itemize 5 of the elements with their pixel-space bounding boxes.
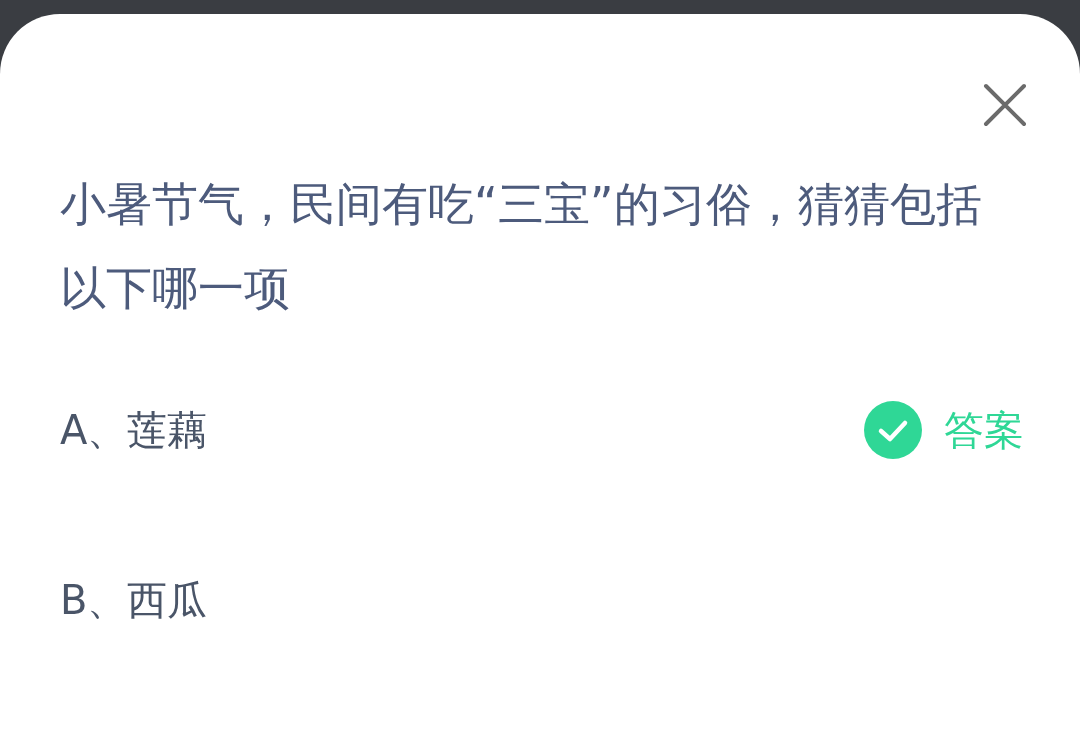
option-text[interactable]: A、莲藕 [60,400,208,460]
answer-label: 答案 [944,406,1024,455]
question-text: 小暑节气，民间有吃“三宝”的习俗，猜猜包括以下哪一项 [60,176,983,317]
option-text[interactable]: B、西瓜 [60,570,208,630]
close-icon [983,83,1027,127]
